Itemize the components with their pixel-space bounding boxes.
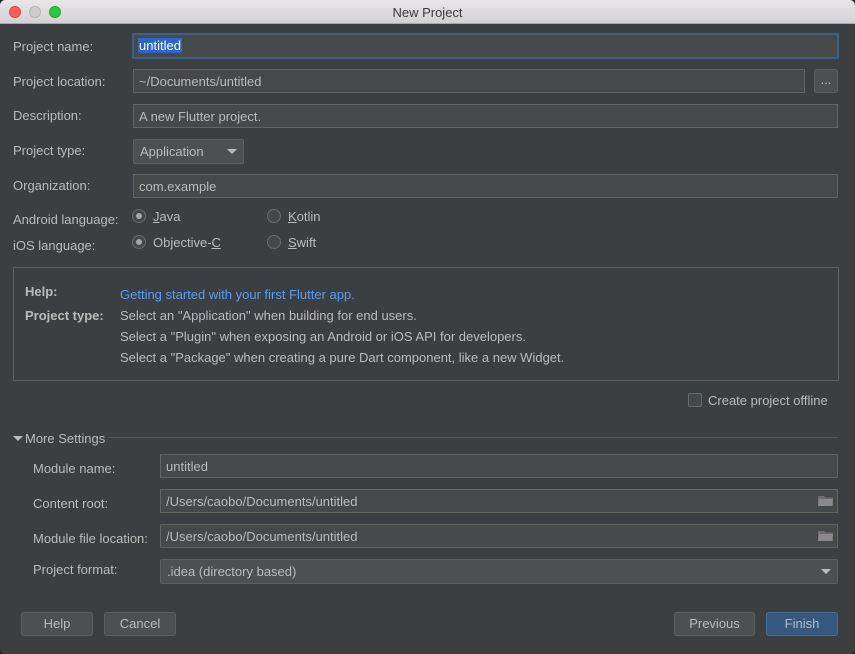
previous-button[interactable]: Previous xyxy=(674,612,755,636)
project-name-label: Project name: xyxy=(13,39,94,54)
project-name-value: untitled xyxy=(138,38,182,53)
content-root-label: Content root: xyxy=(33,496,109,511)
browse-location-button[interactable]: ... xyxy=(814,69,838,93)
organization-field[interactable]: com.example xyxy=(133,174,838,198)
help-line-package: Select a "Package" when creating a pure … xyxy=(120,350,565,365)
project-type-value: Application xyxy=(140,144,204,159)
project-format-value: .idea (directory based) xyxy=(167,564,297,579)
create-offline-checkbox[interactable] xyxy=(688,393,702,407)
project-location-label: Project location: xyxy=(13,74,106,89)
cancel-button[interactable]: Cancel xyxy=(104,612,176,636)
module-file-location-value: /Users/caobo/Documents/untitled xyxy=(166,529,358,544)
help-line-application: Select an "Application" when building fo… xyxy=(120,308,417,323)
description-label: Description: xyxy=(13,108,82,123)
module-name-label: Module name: xyxy=(33,461,116,476)
content-root-value: /Users/caobo/Documents/untitled xyxy=(166,494,358,509)
folder-icon[interactable] xyxy=(818,530,834,542)
android-language-label: Android language: xyxy=(13,212,119,227)
help-panel: Help: Getting started with your first Fl… xyxy=(13,267,839,381)
finish-button[interactable]: Finish xyxy=(766,612,838,636)
title-bar[interactable]: New Project xyxy=(0,0,855,24)
kotlin-radio[interactable] xyxy=(267,209,281,223)
project-format-dropdown[interactable]: .idea (directory based) xyxy=(160,559,838,584)
swift-label[interactable]: Swift xyxy=(288,235,316,250)
content-root-field[interactable]: /Users/caobo/Documents/untitled xyxy=(160,489,838,513)
objective-c-label[interactable]: Objective-C xyxy=(153,235,221,250)
help-heading: Help: xyxy=(25,284,58,299)
chevron-down-icon xyxy=(227,149,237,154)
project-name-field[interactable]: untitled xyxy=(132,33,839,59)
kotlin-label[interactable]: Kotlin xyxy=(288,209,321,224)
project-type-help-heading: Project type: xyxy=(25,308,104,323)
more-settings-divider xyxy=(108,437,838,438)
java-label[interactable]: Java xyxy=(153,209,180,224)
project-type-label: Project type: xyxy=(13,143,86,158)
module-name-field[interactable]: untitled xyxy=(160,454,838,478)
swift-radio[interactable] xyxy=(267,235,281,249)
project-format-label: Project format: xyxy=(33,562,118,577)
java-radio[interactable] xyxy=(132,209,146,223)
project-location-field[interactable]: ~/Documents/untitled xyxy=(133,69,805,93)
help-line-plugin: Select a "Plugin" when exposing an Andro… xyxy=(120,329,526,344)
chevron-down-icon xyxy=(821,569,831,574)
new-project-dialog: New Project Project name: untitled Proje… xyxy=(0,0,855,654)
ios-language-label: iOS language: xyxy=(13,238,96,253)
help-button[interactable]: Help xyxy=(21,612,93,636)
window-title: New Project xyxy=(392,5,463,20)
create-offline-label[interactable]: Create project offline xyxy=(708,393,828,408)
folder-icon[interactable] xyxy=(818,495,834,507)
objective-c-radio[interactable] xyxy=(132,235,146,249)
more-settings-toggle[interactable]: More Settings xyxy=(25,431,105,446)
getting-started-link[interactable]: Getting started with your first Flutter … xyxy=(120,287,355,302)
module-file-location-label: Module file location: xyxy=(33,531,148,546)
module-file-location-field[interactable]: /Users/caobo/Documents/untitled xyxy=(160,524,838,548)
organization-label: Organization: xyxy=(13,178,91,193)
collapse-triangle-icon[interactable] xyxy=(13,436,23,441)
description-field[interactable]: A new Flutter project. xyxy=(133,104,838,128)
project-type-dropdown[interactable]: Application xyxy=(133,139,244,164)
